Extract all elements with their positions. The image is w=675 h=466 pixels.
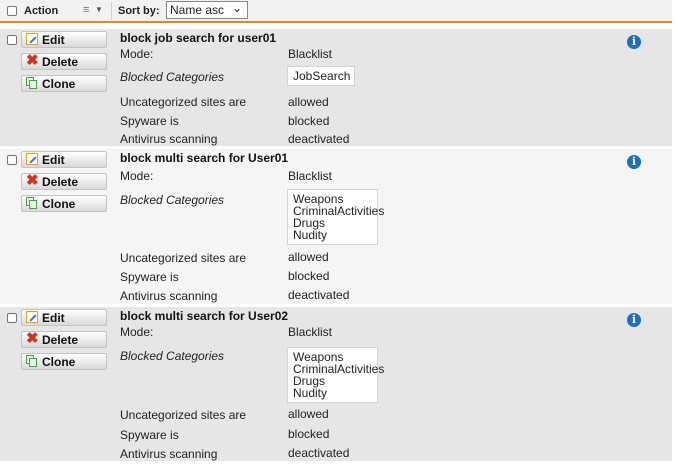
uncategorized-label: Uncategorized sites are: [120, 95, 247, 109]
sort-select-value: Name asc: [170, 3, 225, 17]
clone-button[interactable]: Clone: [21, 75, 107, 92]
antivirus-value: deactivated: [288, 288, 350, 302]
row-checkbox[interactable]: [7, 35, 17, 45]
list-options-icon[interactable]: ≡: [83, 4, 89, 16]
blocked-categories-list: JobSearch: [287, 66, 356, 86]
delete-button[interactable]: ✖ Delete: [21, 53, 107, 70]
edit-button[interactable]: Edit: [21, 31, 107, 48]
action-label: Action: [24, 5, 59, 17]
clone-button-label: Clone: [42, 197, 76, 211]
edit-icon: [26, 33, 38, 45]
edit-button[interactable]: Edit: [21, 309, 107, 326]
delete-button[interactable]: ✖ Delete: [21, 331, 107, 348]
category-item: JobSearch: [293, 69, 351, 83]
blocked-categories-list: Weapons CriminalActivities Drugs Nudity: [287, 347, 384, 403]
uncategorized-value: allowed: [288, 95, 329, 109]
clone-button-label: Clone: [42, 355, 76, 369]
blocked-categories-label: Blocked Categories: [120, 70, 225, 84]
antivirus-label: Antivirus scanning: [120, 132, 218, 146]
clone-icon: [26, 77, 38, 89]
info-icon[interactable]: i: [627, 35, 641, 49]
row-checkbox[interactable]: [7, 155, 17, 165]
delete-button-label: Delete: [42, 333, 79, 347]
delete-icon: ✖: [26, 172, 39, 189]
mode-label: Mode:: [120, 169, 154, 183]
uncategorized-value: allowed: [288, 407, 329, 421]
sort-select[interactable]: Name asc ⌄: [166, 1, 248, 19]
list-toolbar: Action ≡ ▼ Sort by: Name asc ⌄: [0, 0, 672, 23]
mode-label: Mode:: [120, 47, 154, 61]
antivirus-label: Antivirus scanning: [120, 447, 218, 461]
blocked-categories-list: Weapons CriminalActivities Drugs Nudity: [287, 189, 384, 245]
blocked-categories-label: Blocked Categories: [120, 193, 225, 207]
sort-by-label: Sort by:: [118, 5, 160, 17]
rule-name: block multi search for User01: [120, 151, 289, 165]
rule-row: Edit ✖ Delete Clone block multi search f…: [0, 149, 672, 304]
edit-button-label: Edit: [42, 153, 65, 167]
uncategorized-value: allowed: [288, 250, 329, 264]
rule-row: Edit ✖ Delete Clone block multi search f…: [0, 307, 672, 461]
uncategorized-label: Uncategorized sites are: [120, 251, 247, 265]
spyware-value: blocked: [288, 269, 330, 283]
edit-button-label: Edit: [42, 311, 65, 325]
clone-icon: [26, 355, 38, 367]
edit-icon: [26, 311, 38, 323]
antivirus-value: deactivated: [288, 446, 350, 460]
spyware-label: Spyware is: [120, 270, 179, 284]
clone-button[interactable]: Clone: [21, 195, 107, 212]
clone-icon: [26, 197, 38, 209]
blocked-categories-label: Blocked Categories: [120, 349, 225, 363]
edit-button-label: Edit: [42, 33, 65, 47]
chevron-down-icon: ⌄: [231, 1, 242, 15]
info-icon[interactable]: i: [627, 155, 641, 169]
toolbar-divider: [111, 2, 112, 20]
category-item: Nudity: [293, 386, 328, 400]
delete-button-label: Delete: [42, 55, 79, 69]
mode-value: Blacklist: [288, 169, 333, 183]
info-icon[interactable]: i: [627, 313, 641, 327]
rule-name: block multi search for User02: [120, 309, 289, 323]
mode-value: Blacklist: [288, 325, 333, 339]
spyware-value: blocked: [288, 427, 330, 441]
mode-label: Mode:: [120, 325, 154, 339]
delete-icon: ✖: [26, 52, 39, 69]
category-item: Nudity: [293, 228, 328, 242]
spyware-value: blocked: [288, 114, 330, 128]
delete-button[interactable]: ✖ Delete: [21, 173, 107, 190]
mode-value: Blacklist: [288, 47, 333, 61]
uncategorized-label: Uncategorized sites are: [120, 408, 247, 422]
edit-icon: [26, 153, 38, 165]
row-checkbox[interactable]: [7, 313, 17, 323]
rule-row: Edit ✖ Delete Clone block job search for…: [0, 29, 672, 146]
spyware-label: Spyware is: [120, 428, 179, 442]
antivirus-label: Antivirus scanning: [120, 289, 218, 303]
rule-name: block job search for user01: [120, 31, 277, 45]
clone-button[interactable]: Clone: [21, 353, 107, 370]
spyware-label: Spyware is: [120, 114, 179, 128]
delete-icon: ✖: [26, 330, 39, 347]
delete-button-label: Delete: [42, 175, 79, 189]
clone-button-label: Clone: [42, 77, 76, 91]
chevron-down-icon[interactable]: ▼: [95, 5, 103, 14]
select-all-checkbox[interactable]: [7, 6, 17, 16]
antivirus-value: deactivated: [288, 132, 350, 146]
edit-button[interactable]: Edit: [21, 151, 107, 168]
